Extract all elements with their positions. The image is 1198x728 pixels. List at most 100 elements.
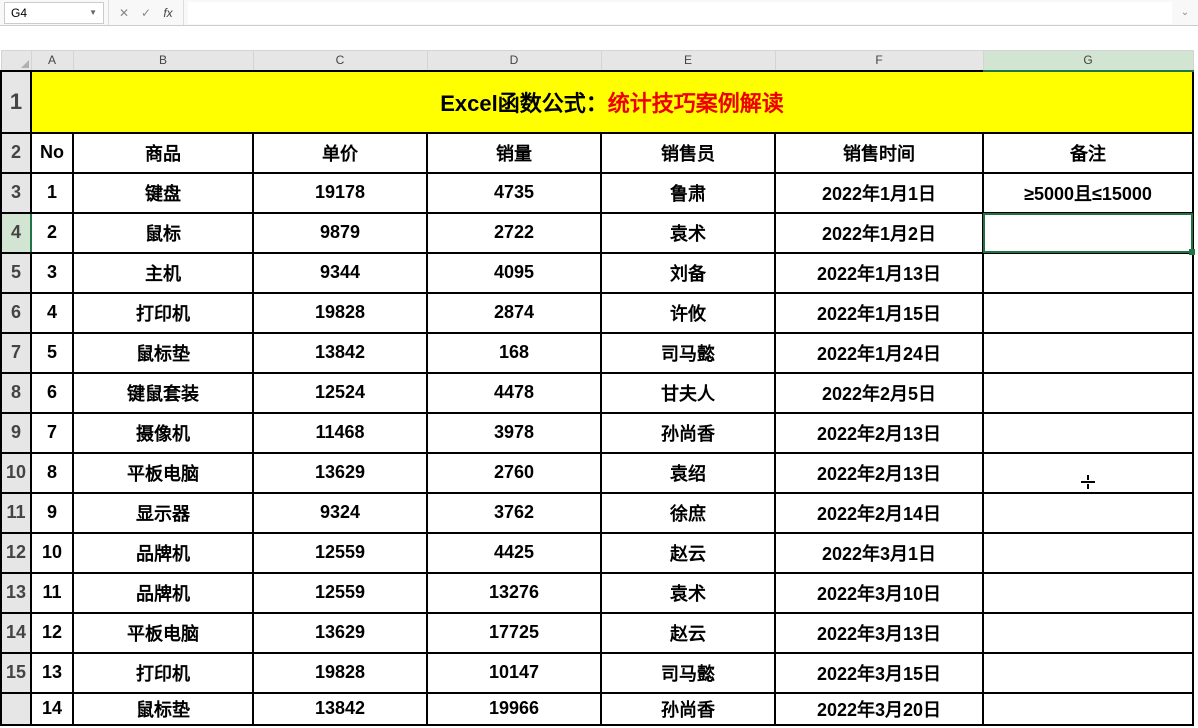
- cell-salesperson[interactable]: 袁绍: [601, 453, 775, 493]
- cell-sale-time[interactable]: 2022年1月24日: [775, 333, 983, 373]
- select-all-button[interactable]: [1, 51, 31, 71]
- name-box-dropdown-icon[interactable]: ▼: [89, 8, 97, 17]
- cell-product[interactable]: 鼠标垫: [73, 693, 253, 725]
- cell-sale-time[interactable]: 2022年3月13日: [775, 613, 983, 653]
- cell-no[interactable]: 10: [31, 533, 73, 573]
- row-header[interactable]: 4: [1, 213, 31, 253]
- cell-product[interactable]: 鼠标: [73, 213, 253, 253]
- row-header[interactable]: 7: [1, 333, 31, 373]
- cell-sales[interactable]: 10147: [427, 653, 601, 693]
- cell-product[interactable]: 主机: [73, 253, 253, 293]
- col-header-D[interactable]: D: [427, 51, 601, 71]
- cell-salesperson[interactable]: 袁术: [601, 573, 775, 613]
- row-header[interactable]: 15: [1, 653, 31, 693]
- cell-sale-time[interactable]: 2022年2月13日: [775, 413, 983, 453]
- cell-sales[interactable]: 13276: [427, 573, 601, 613]
- cell-sale-time[interactable]: 2022年3月10日: [775, 573, 983, 613]
- row-header[interactable]: 14: [1, 613, 31, 653]
- cell-no[interactable]: 11: [31, 573, 73, 613]
- col-header-C[interactable]: C: [253, 51, 427, 71]
- header-sales[interactable]: 销量: [427, 133, 601, 173]
- cell-remark[interactable]: [983, 413, 1193, 453]
- cell-remark[interactable]: [983, 493, 1193, 533]
- cell-sale-time[interactable]: 2022年2月5日: [775, 373, 983, 413]
- row-header[interactable]: 6: [1, 293, 31, 333]
- cell-salesperson[interactable]: 鲁肃: [601, 173, 775, 213]
- cell-salesperson[interactable]: 赵云: [601, 613, 775, 653]
- cell-remark[interactable]: [983, 653, 1193, 693]
- cell-sale-time[interactable]: 2022年1月1日: [775, 173, 983, 213]
- cell-remark[interactable]: [983, 573, 1193, 613]
- formula-confirm-button[interactable]: ✓: [137, 4, 155, 22]
- cell-product[interactable]: 显示器: [73, 493, 253, 533]
- cell-sales[interactable]: 19966: [427, 693, 601, 725]
- cell-product[interactable]: 品牌机: [73, 533, 253, 573]
- cell-sales[interactable]: 4095: [427, 253, 601, 293]
- row-header-2[interactable]: 2: [1, 133, 31, 173]
- cell-price[interactable]: 9324: [253, 493, 427, 533]
- cell-remark[interactable]: ≥5000且≤15000: [983, 173, 1193, 213]
- cell-price[interactable]: 12559: [253, 573, 427, 613]
- spreadsheet-grid[interactable]: A B C D E F G 1 Excel函数公式：统计技巧案例解读 2 No …: [0, 50, 1198, 726]
- cell-sale-time[interactable]: 2022年1月13日: [775, 253, 983, 293]
- cell-price[interactable]: 12524: [253, 373, 427, 413]
- cell-sales[interactable]: 2874: [427, 293, 601, 333]
- header-price[interactable]: 单价: [253, 133, 427, 173]
- cell-remark-active[interactable]: [983, 213, 1193, 253]
- row-header[interactable]: 10: [1, 453, 31, 493]
- cell-product[interactable]: 键盘: [73, 173, 253, 213]
- cell-no[interactable]: 5: [31, 333, 73, 373]
- cell-price[interactable]: 11468: [253, 413, 427, 453]
- cell-no[interactable]: 7: [31, 413, 73, 453]
- cell-sales[interactable]: 168: [427, 333, 601, 373]
- header-product[interactable]: 商品: [73, 133, 253, 173]
- row-header[interactable]: 5: [1, 253, 31, 293]
- cell-salesperson[interactable]: 孙尚香: [601, 413, 775, 453]
- row-header[interactable]: 12: [1, 533, 31, 573]
- cell-product[interactable]: 品牌机: [73, 573, 253, 613]
- cell-sale-time[interactable]: 2022年3月20日: [775, 693, 983, 725]
- col-header-F[interactable]: F: [775, 51, 983, 71]
- cell-no[interactable]: 6: [31, 373, 73, 413]
- cell-product[interactable]: 键鼠套装: [73, 373, 253, 413]
- cell-remark[interactable]: [983, 253, 1193, 293]
- row-header[interactable]: 11: [1, 493, 31, 533]
- cell-price[interactable]: 12559: [253, 533, 427, 573]
- cell-price[interactable]: 9344: [253, 253, 427, 293]
- cell-price[interactable]: 19828: [253, 653, 427, 693]
- row-header-1[interactable]: 1: [1, 71, 31, 133]
- cell-price[interactable]: 13842: [253, 333, 427, 373]
- cell-no[interactable]: 9: [31, 493, 73, 533]
- cell-no[interactable]: 3: [31, 253, 73, 293]
- cell-no[interactable]: 1: [31, 173, 73, 213]
- cell-no[interactable]: 13: [31, 653, 73, 693]
- cell-price[interactable]: 9879: [253, 213, 427, 253]
- cell-salesperson[interactable]: 孙尚香: [601, 693, 775, 725]
- formula-cancel-button[interactable]: ✕: [115, 4, 133, 22]
- cell-sale-time[interactable]: 2022年2月13日: [775, 453, 983, 493]
- cell-salesperson[interactable]: 徐庶: [601, 493, 775, 533]
- cell-sales[interactable]: 4478: [427, 373, 601, 413]
- cell-price[interactable]: 13842: [253, 693, 427, 725]
- cell-product[interactable]: 鼠标垫: [73, 333, 253, 373]
- cell-price[interactable]: 19828: [253, 293, 427, 333]
- cell-sales[interactable]: 4425: [427, 533, 601, 573]
- header-no[interactable]: No: [31, 133, 73, 173]
- cell-remark[interactable]: [983, 533, 1193, 573]
- row-header[interactable]: 8: [1, 373, 31, 413]
- cell-price[interactable]: 13629: [253, 453, 427, 493]
- cell-salesperson[interactable]: 司马懿: [601, 653, 775, 693]
- row-header[interactable]: 3: [1, 173, 31, 213]
- row-header[interactable]: 9: [1, 413, 31, 453]
- cell-salesperson[interactable]: 袁术: [601, 213, 775, 253]
- col-header-G[interactable]: G: [983, 51, 1193, 71]
- cell-product[interactable]: 打印机: [73, 293, 253, 333]
- cell-sale-time[interactable]: 2022年2月14日: [775, 493, 983, 533]
- cell-no[interactable]: 8: [31, 453, 73, 493]
- cell-sale-time[interactable]: 2022年1月15日: [775, 293, 983, 333]
- name-box[interactable]: G4 ▼: [4, 2, 104, 24]
- cell-remark[interactable]: [983, 333, 1193, 373]
- cell-sale-time[interactable]: 2022年3月15日: [775, 653, 983, 693]
- cell-sales[interactable]: 2760: [427, 453, 601, 493]
- cell-price[interactable]: 19178: [253, 173, 427, 213]
